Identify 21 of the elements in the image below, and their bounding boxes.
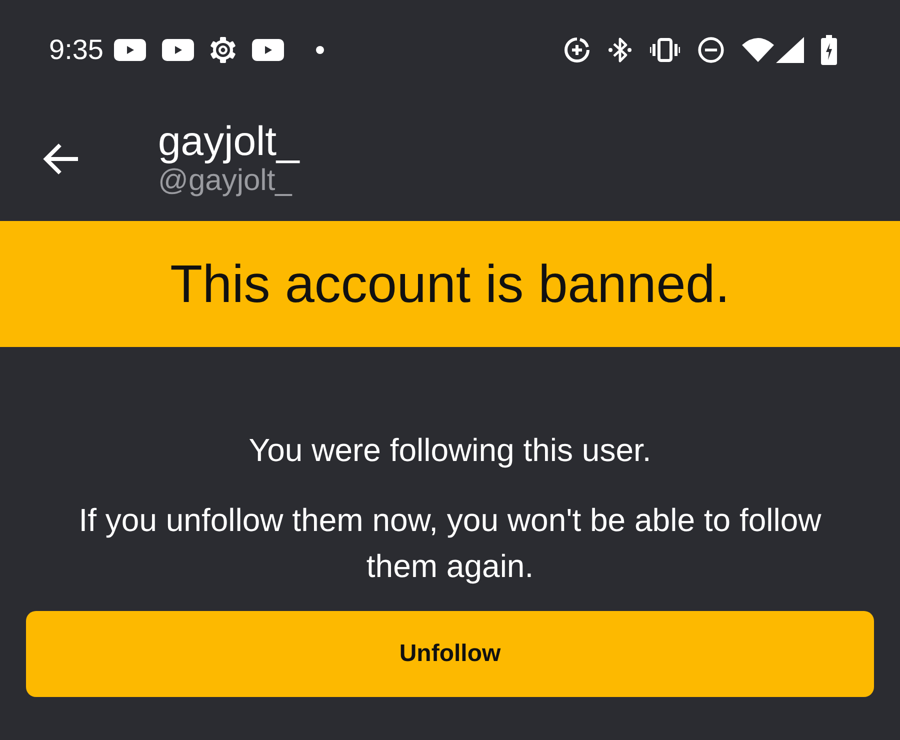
info-text: If you unfollow them now, you won't be able to follow them again. bbox=[78, 501, 822, 586]
battery-charging-icon bbox=[820, 35, 838, 65]
vibrate-icon bbox=[650, 38, 680, 62]
settings-icon bbox=[210, 37, 236, 63]
account-name: gayjolt_ bbox=[158, 118, 300, 164]
status-time: 9:35 bbox=[49, 34, 104, 66]
info-text: You were following this user. bbox=[248, 431, 652, 470]
data-saver-icon bbox=[564, 37, 590, 63]
unfollow-button[interactable]: Unfollow bbox=[26, 611, 874, 697]
play-button-icon bbox=[162, 39, 194, 61]
banned-message: This account is banned. bbox=[170, 254, 730, 314]
dot-icon bbox=[316, 46, 324, 54]
back-button[interactable] bbox=[42, 142, 80, 176]
account-handle: @gayjolt_ bbox=[158, 164, 294, 198]
play-button-icon bbox=[114, 39, 146, 61]
play-button-icon bbox=[252, 39, 284, 61]
bluetooth-icon bbox=[608, 37, 632, 63]
do-not-disturb-icon bbox=[698, 37, 724, 63]
back-arrow-icon bbox=[42, 142, 80, 176]
signal-icon bbox=[776, 37, 804, 63]
wifi-icon bbox=[742, 38, 774, 62]
